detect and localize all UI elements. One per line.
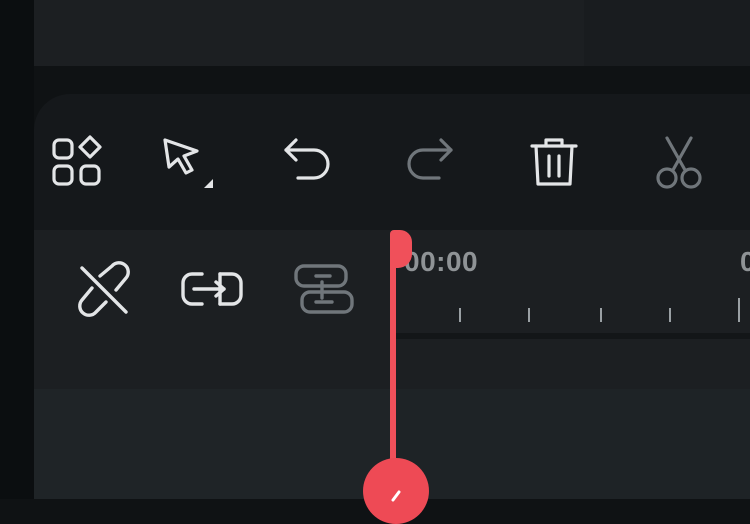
unlink-icon [78,261,130,317]
chevron-icon [391,490,401,502]
link-icon [181,272,243,306]
scissors-icon [656,136,702,189]
ruler-tick [600,308,602,322]
redo-icon [407,138,453,180]
preview-panel-right [584,0,750,66]
select-tool-button[interactable] [159,134,219,190]
undo-button[interactable] [278,134,338,190]
playhead-handle-bottom[interactable] [363,458,429,524]
unlink-button[interactable] [68,258,140,320]
timeline-track-lane[interactable] [390,389,750,499]
ruler-tick [528,308,530,322]
ruler-tick [669,308,671,322]
edit-toolbar [34,94,750,230]
preview-area [34,0,750,66]
delete-button[interactable] [524,134,584,190]
track-lane-header [34,389,390,499]
timecode-label-next: 0 [740,246,750,277]
layout-grid-button[interactable] [50,134,110,190]
playhead-handle-top[interactable] [390,230,412,268]
split-button[interactable] [649,134,709,190]
ruler-tick [459,308,461,322]
timecode-label: 00:00 [404,246,479,277]
trash-icon [530,138,578,186]
ruler-tick-major [738,298,740,322]
left-edge-strip [0,0,34,499]
grid-diamond-icon [52,135,102,186]
link-button[interactable] [176,258,248,320]
panel-gap [34,66,750,94]
cursor-icon [163,138,213,188]
timeline-row [390,339,750,389]
undo-icon [284,138,330,180]
track-header-panel [34,230,390,389]
detach-icon [294,264,354,314]
redo-button[interactable] [399,134,459,190]
detach-audio-button[interactable] [288,258,360,320]
